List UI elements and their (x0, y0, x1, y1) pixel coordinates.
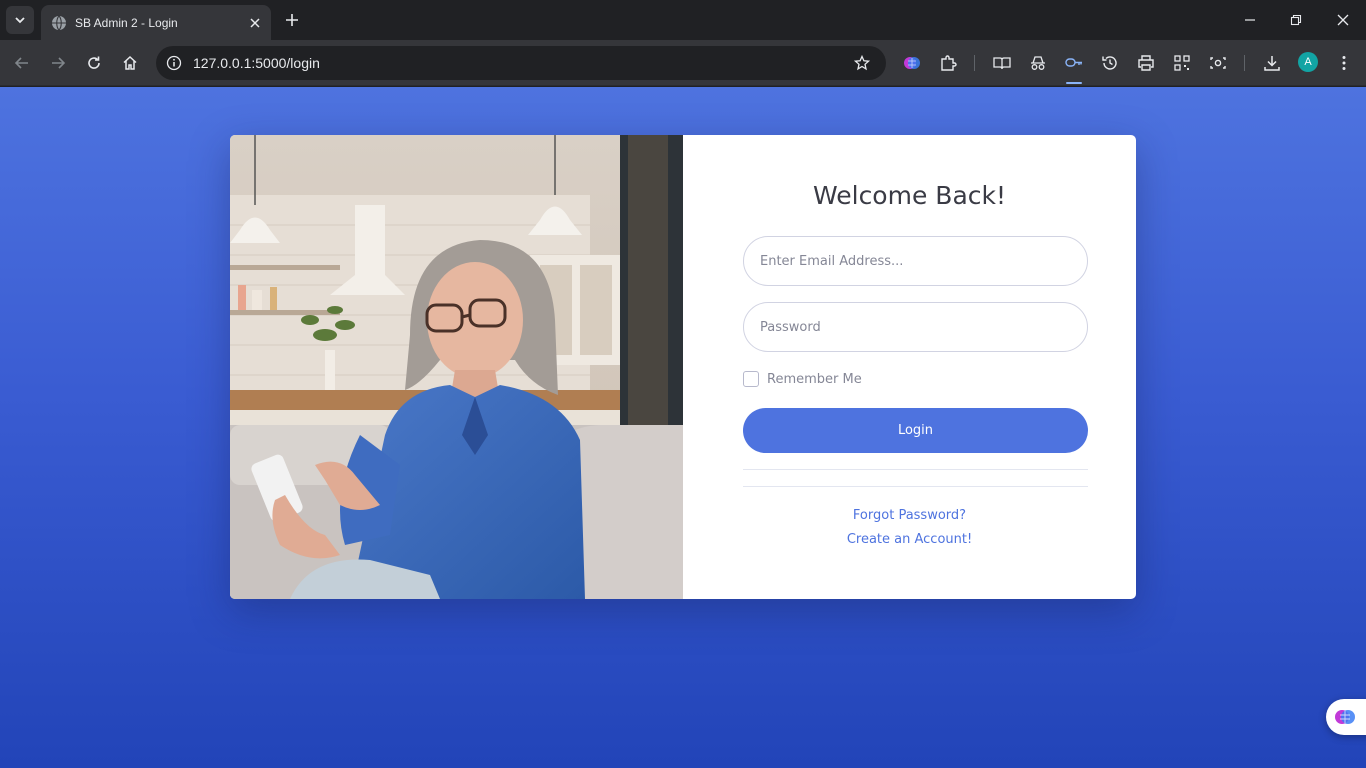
tab-search-button[interactable] (6, 6, 34, 34)
copilot-extension-icon[interactable] (900, 51, 924, 75)
reading-mode-icon[interactable] (990, 51, 1014, 75)
create-account-link[interactable]: Create an Account! (683, 532, 1136, 547)
password-key-icon[interactable] (1062, 51, 1086, 75)
close-window-button[interactable] (1321, 4, 1365, 36)
reload-button[interactable] (80, 49, 108, 77)
remember-me-label[interactable]: Remember Me (767, 372, 862, 387)
copilot-sidebar-button[interactable] (1326, 699, 1366, 735)
login-button[interactable]: Login (743, 408, 1088, 453)
login-form: Welcome Back! Remember Me Login Forgot P… (683, 135, 1136, 599)
qr-code-icon[interactable] (1170, 51, 1194, 75)
browser-tab-bar: SB Admin 2 - Login (0, 0, 1366, 40)
history-icon[interactable] (1098, 51, 1122, 75)
password-field[interactable] (743, 302, 1088, 352)
divider (743, 469, 1088, 470)
email-field[interactable] (743, 236, 1088, 286)
site-info-icon[interactable] (164, 53, 184, 73)
incognito-icon[interactable] (1026, 51, 1050, 75)
arrow-right-icon (52, 57, 66, 69)
new-tab-button[interactable] (281, 8, 303, 32)
print-icon[interactable] (1134, 51, 1158, 75)
active-extension-indicator (1066, 82, 1082, 84)
home-button[interactable] (116, 49, 144, 77)
bookmark-star-icon[interactable] (850, 51, 874, 75)
remember-me-row: Remember Me (743, 371, 862, 387)
download-icon[interactable] (1260, 51, 1284, 75)
chevron-down-icon (15, 17, 25, 24)
restore-icon (1290, 14, 1302, 26)
address-bar[interactable]: 127.0.0.1:5000/login (156, 46, 886, 80)
browser-toolbar: 127.0.0.1:5000/login A (0, 40, 1366, 86)
home-icon (123, 55, 137, 70)
minimize-icon (1245, 19, 1255, 21)
plus-icon (286, 14, 298, 26)
tab-title: SB Admin 2 - Login (75, 15, 178, 30)
close-icon (1337, 14, 1349, 26)
login-illustration-image (230, 135, 683, 599)
forward-button[interactable] (44, 49, 72, 77)
brain-icon (1335, 710, 1355, 724)
restore-button[interactable] (1274, 4, 1318, 36)
url-text[interactable]: 127.0.0.1:5000/login (193, 55, 850, 71)
page-title: Welcome Back! (812, 181, 1007, 210)
back-button[interactable] (8, 49, 36, 77)
toolbar-separator (1244, 55, 1245, 71)
globe-icon (51, 15, 67, 31)
arrow-left-icon (14, 57, 28, 69)
reload-icon (88, 56, 100, 69)
more-menu-icon[interactable] (1332, 51, 1356, 75)
toolbar-separator (974, 55, 975, 71)
minimize-button[interactable] (1228, 4, 1272, 36)
remember-me-checkbox[interactable] (743, 371, 759, 387)
login-card: Welcome Back! Remember Me Login Forgot P… (230, 135, 1136, 599)
extensions-puzzle-icon[interactable] (936, 51, 960, 75)
close-tab-icon[interactable] (245, 13, 265, 33)
profile-avatar[interactable]: A (1298, 52, 1318, 72)
forgot-password-link[interactable]: Forgot Password? (683, 508, 1136, 523)
browser-tab[interactable]: SB Admin 2 - Login (41, 5, 271, 40)
divider (743, 486, 1088, 487)
page-viewport: Welcome Back! Remember Me Login Forgot P… (0, 87, 1366, 768)
screenshot-icon[interactable] (1206, 51, 1230, 75)
